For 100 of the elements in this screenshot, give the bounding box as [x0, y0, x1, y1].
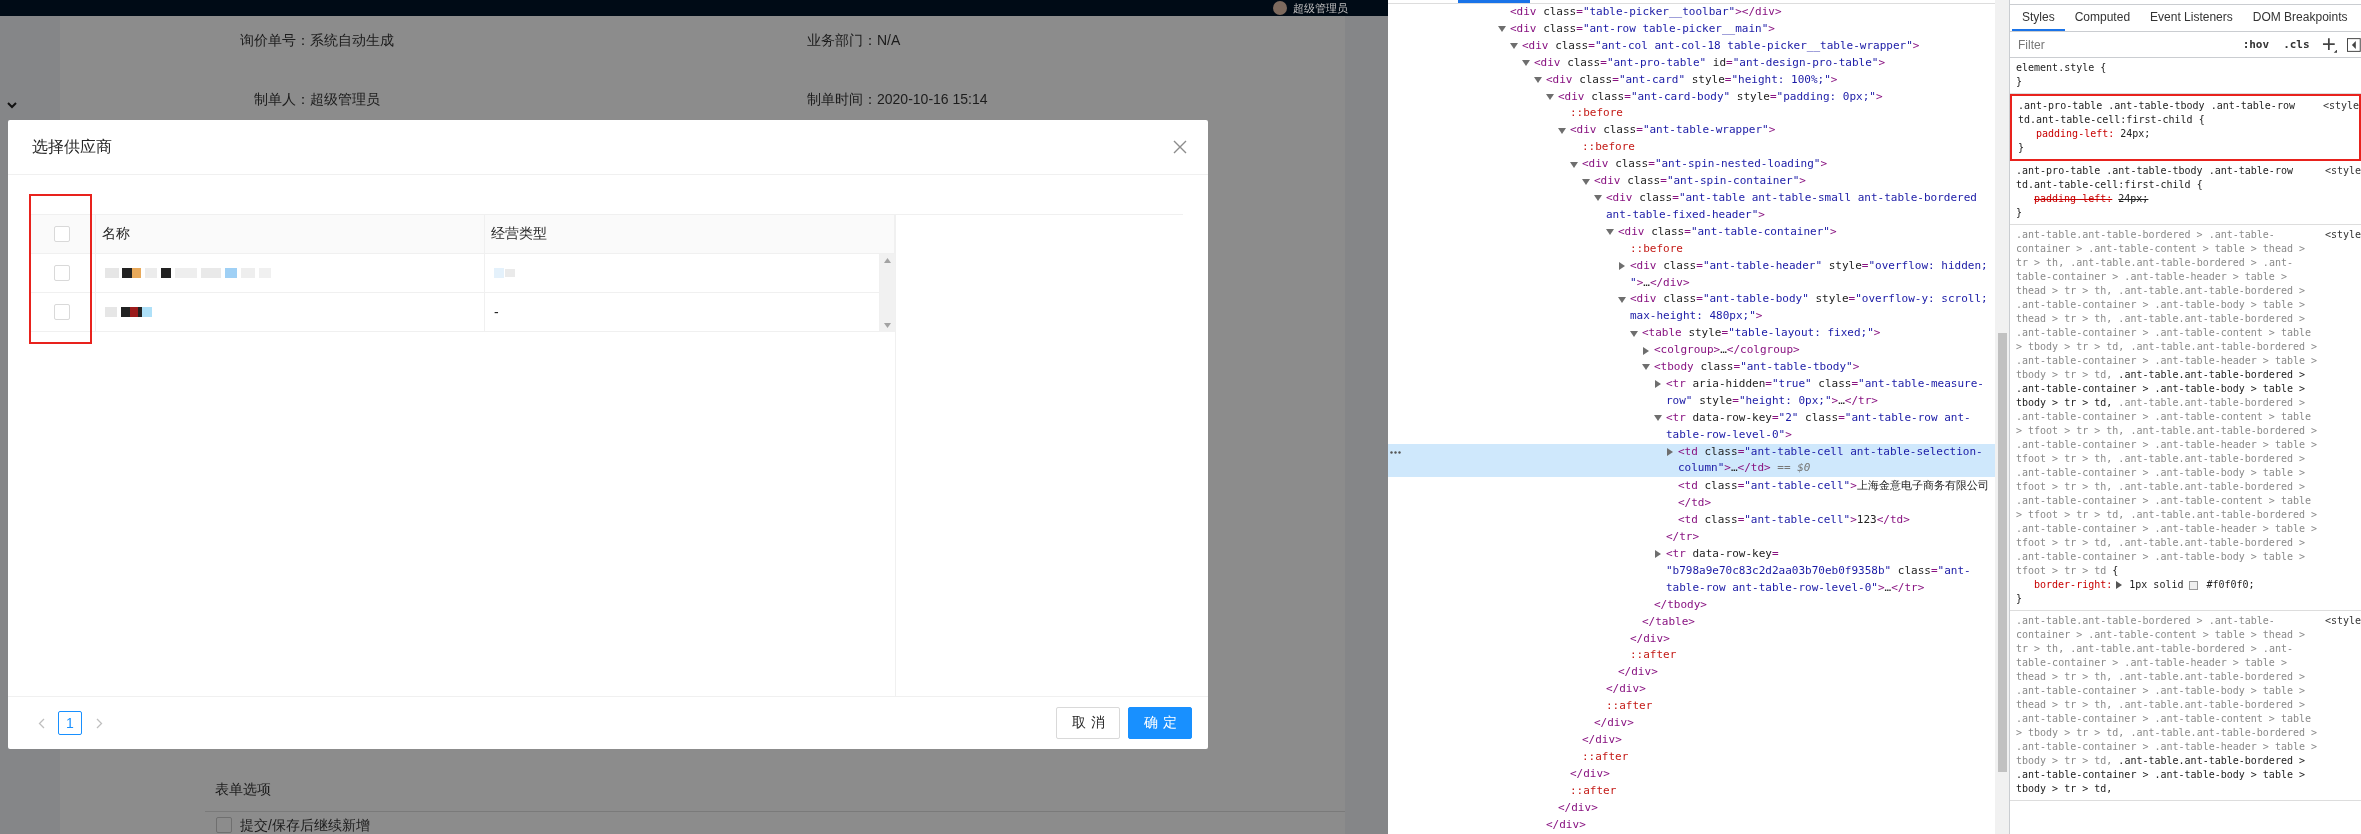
- expanded-triangle-icon[interactable]: [1642, 363, 1650, 372]
- css-property[interactable]: padding-left:: [2036, 127, 2115, 141]
- brace: }: [2018, 142, 2025, 153]
- checkbox[interactable]: [216, 817, 232, 833]
- css-value[interactable]: 24px;: [2118, 192, 2149, 206]
- dom-node-text[interactable]: <colgroup>…</colgroup>: [1654, 342, 1995, 360]
- dom-node-text[interactable]: </div>: [1546, 816, 1995, 834]
- source-link[interactable]: <style: [2324, 614, 2361, 628]
- expanded-triangle-icon[interactable]: [1582, 177, 1590, 186]
- dom-node-text[interactable]: <div class="ant-spin-container">: [1594, 173, 1995, 190]
- dom-node-text[interactable]: <tr aria-hidden="true" class="ant-table-measure-row" style="height: 0px;">…</tr>: [1666, 375, 1995, 410]
- expanded-triangle-icon[interactable]: [1618, 295, 1626, 304]
- dom-node-text[interactable]: <td class="ant-table-cell">123</td>: [1678, 512, 1995, 530]
- pseudo-element-text[interactable]: ::before: [1570, 105, 1995, 123]
- css-value[interactable]: #f0f0f0;: [2206, 578, 2255, 592]
- field-value: N/A: [877, 31, 902, 50]
- css-value[interactable]: 1px solid: [2129, 578, 2184, 592]
- tab[interactable]: Computed: [2064, 5, 2141, 31]
- pseudo-element-text[interactable]: ::before: [1630, 240, 1995, 258]
- source-link[interactable]: <style: [2324, 164, 2361, 178]
- color-swatch[interactable]: [2189, 580, 2199, 590]
- avatar[interactable]: [1273, 1, 1287, 15]
- dom-node-text[interactable]: </tr>: [1666, 529, 1995, 546]
- expanded-triangle-icon[interactable]: [1534, 76, 1542, 85]
- field-label: 业务部门：: [806, 31, 877, 50]
- dom-node-text[interactable]: <div class="ant-card-body" style="padding: 0px;">: [1558, 88, 1995, 106]
- expanded-triangle-icon[interactable]: [1498, 25, 1506, 34]
- pseudo-element-text[interactable]: ::after: [1630, 647, 1995, 665]
- dom-node-text[interactable]: </div>: [1618, 664, 1995, 682]
- tab[interactable]: Event Listeners: [2140, 5, 2243, 31]
- collapsed-triangle-icon[interactable]: [1642, 346, 1650, 355]
- dom-node-text[interactable]: </div>: [1630, 630, 1995, 648]
- more-icon[interactable]: [1390, 450, 1401, 454]
- option-label[interactable]: 提交/保存后继续新增: [240, 816, 370, 834]
- dom-node-text[interactable]: <div class="ant-card" style="height: 100%;">: [1546, 71, 1995, 89]
- dom-node-text[interactable]: <div class="ant-table-body" style="overflow-y: scroll; max-height: 480px;">: [1630, 291, 1995, 326]
- dom-node-text[interactable]: <td class="ant-table-cell ant-table-selection-column">…</td> == $0: [1678, 443, 1995, 478]
- dom-node-text[interactable]: <div class="ant-table-container">: [1618, 223, 1995, 241]
- dom-node-text[interactable]: </td>: [1678, 496, 1712, 510]
- pseudo-element-text[interactable]: ::after: [1582, 748, 1995, 766]
- dom-node-text[interactable]: <tbody class="ant-table-tbody">: [1654, 359, 1995, 376]
- table-cell: -: [494, 304, 499, 320]
- css-property[interactable]: border-right:: [2034, 578, 2113, 592]
- dom-node-text[interactable]: <div class="ant-table ant-table-small ant-table-bordered ant-table-fixed-header">: [1606, 189, 1995, 224]
- dom-node-text[interactable]: <tr data-row-key="b798a9e70c83c2d2aa03b70eb0f9358b" class="ant-table-row ant-table-row-level-0">…</tr>: [1666, 546, 1995, 597]
- dom-node-text[interactable]: <table style="table-layout: fixed;">: [1642, 325, 1995, 343]
- expanded-triangle-icon[interactable]: [1594, 194, 1602, 203]
- css-selector: .ant-table.ant-table-bordered > .ant-table-container > .ant-table-content > table > thead > tr > th, .ant-table.ant-table-bordered > .ant-table-container > .ant-table-header > table > thead > tr > th, .ant-table.ant-table-bordered > .ant-table-container > .ant-table-body > table > thead > tr > th, .ant-table.ant-table-bordered > .ant-table-container > .ant-table-content > table > tbody > tr > td, .ant-table.ant-table-bordered > .ant-table-container > .ant-table-header > table > tbody > tr > td, .ant-table.ant-table-bordered > .ant-table-container > .ant-table-body > table > tbody > tr > td,: [2016, 614, 2319, 796]
- dialog-title: 选择供应商: [32, 136, 112, 157]
- dom-node-text[interactable]: </table>: [1642, 613, 1995, 631]
- selected-node-highlight[interactable]: <td class="ant-table-cell ant-table-selection-column">…</td> == $0: [1388, 443, 1995, 478]
- cancel-button[interactable]: 取消: [1056, 707, 1120, 739]
- expanded-triangle-icon[interactable]: [1546, 92, 1554, 101]
- dom-node-text[interactable]: <tr data-row-key="2" class="ant-table-row ant-table-row-level-0">: [1666, 409, 1995, 444]
- dom-node-text[interactable]: </div>: [1558, 799, 1995, 817]
- expanded-triangle-icon[interactable]: [1510, 42, 1518, 51]
- dom-node-text[interactable]: <div class="ant-row table-picker__main">: [1510, 20, 1995, 38]
- dom-node-text[interactable]: <div class="ant-col ant-col-18 table-picker__table-wrapper">: [1522, 37, 1995, 55]
- dom-node-text[interactable]: <div class="ant-spin-nested-loading">: [1582, 156, 1995, 174]
- expanded-triangle-icon[interactable]: [1606, 228, 1614, 237]
- tab[interactable]: Styles: [2012, 5, 2065, 31]
- dom-node-text[interactable]: </tbody>: [1654, 596, 1995, 614]
- sidebar-toggle-icon[interactable]: [2347, 37, 2361, 52]
- chevron-down-icon[interactable]: [6, 100, 18, 110]
- expanded-triangle-icon[interactable]: [1570, 160, 1578, 169]
- dom-node-text[interactable]: <td class="ant-table-cell">: [1678, 479, 1857, 493]
- expanded-triangle-icon[interactable]: [1630, 329, 1638, 338]
- column-header: 名称: [102, 225, 130, 243]
- expanded-triangle-icon[interactable]: [1558, 126, 1566, 135]
- collapsed-triangle-icon[interactable]: [1666, 448, 1674, 456]
- node-text-content[interactable]: 上海金意电子商务有限公司: [1856, 479, 1989, 492]
- expanded-triangle-icon[interactable]: [1522, 59, 1530, 68]
- scrollbar-thumb[interactable]: [1998, 333, 2007, 772]
- expand-triangle-icon[interactable]: [2116, 581, 2124, 589]
- plus-icon[interactable]: [2321, 36, 2338, 53]
- dom-node-text[interactable]: <div class="ant-table-wrapper">: [1570, 122, 1995, 140]
- collapsed-triangle-icon[interactable]: [1654, 380, 1662, 389]
- css-value[interactable]: 24px;: [2120, 127, 2151, 141]
- pseudo-element-text[interactable]: ::after: [1606, 698, 1995, 716]
- dom-node-text[interactable]: <div class="table-picker__toolbar"></div>: [1510, 4, 1995, 21]
- toolbar-toggle[interactable]: .cls: [2281, 38, 2312, 51]
- source-link[interactable]: <style: [2322, 99, 2359, 113]
- user-name[interactable]: 超级管理员: [1293, 1, 1348, 15]
- dom-node-text[interactable]: </div>: [1582, 731, 1995, 749]
- toolbar-toggle[interactable]: :hov: [2240, 38, 2272, 51]
- pseudo-element-text[interactable]: ::before: [1582, 139, 1995, 157]
- dom-node-text[interactable]: <div class="ant-pro-table" id="ant-design-pro-table">: [1534, 54, 1995, 72]
- collapsed-triangle-icon[interactable]: [1618, 262, 1626, 271]
- tab[interactable]: DOM Breakpoints: [2242, 5, 2358, 31]
- dom-node-text[interactable]: </div>: [1594, 715, 1995, 732]
- css-property[interactable]: padding-left:: [2034, 192, 2113, 206]
- section-title: 表单选项: [205, 778, 1345, 812]
- source-link[interactable]: <style: [2324, 228, 2361, 242]
- expanded-triangle-icon[interactable]: [1654, 414, 1662, 423]
- brace: }: [2016, 207, 2023, 218]
- pseudo-element-text[interactable]: ::after: [1570, 782, 1995, 800]
- dom-node-text[interactable]: </div>: [1606, 681, 1995, 699]
- dom-node-text[interactable]: </div>: [1570, 765, 1995, 783]
- dom-node-text[interactable]: <div class="ant-table-header" style="overflow: hidden; ">…</div>: [1630, 257, 1995, 292]
- collapsed-triangle-icon[interactable]: [1654, 550, 1662, 559]
